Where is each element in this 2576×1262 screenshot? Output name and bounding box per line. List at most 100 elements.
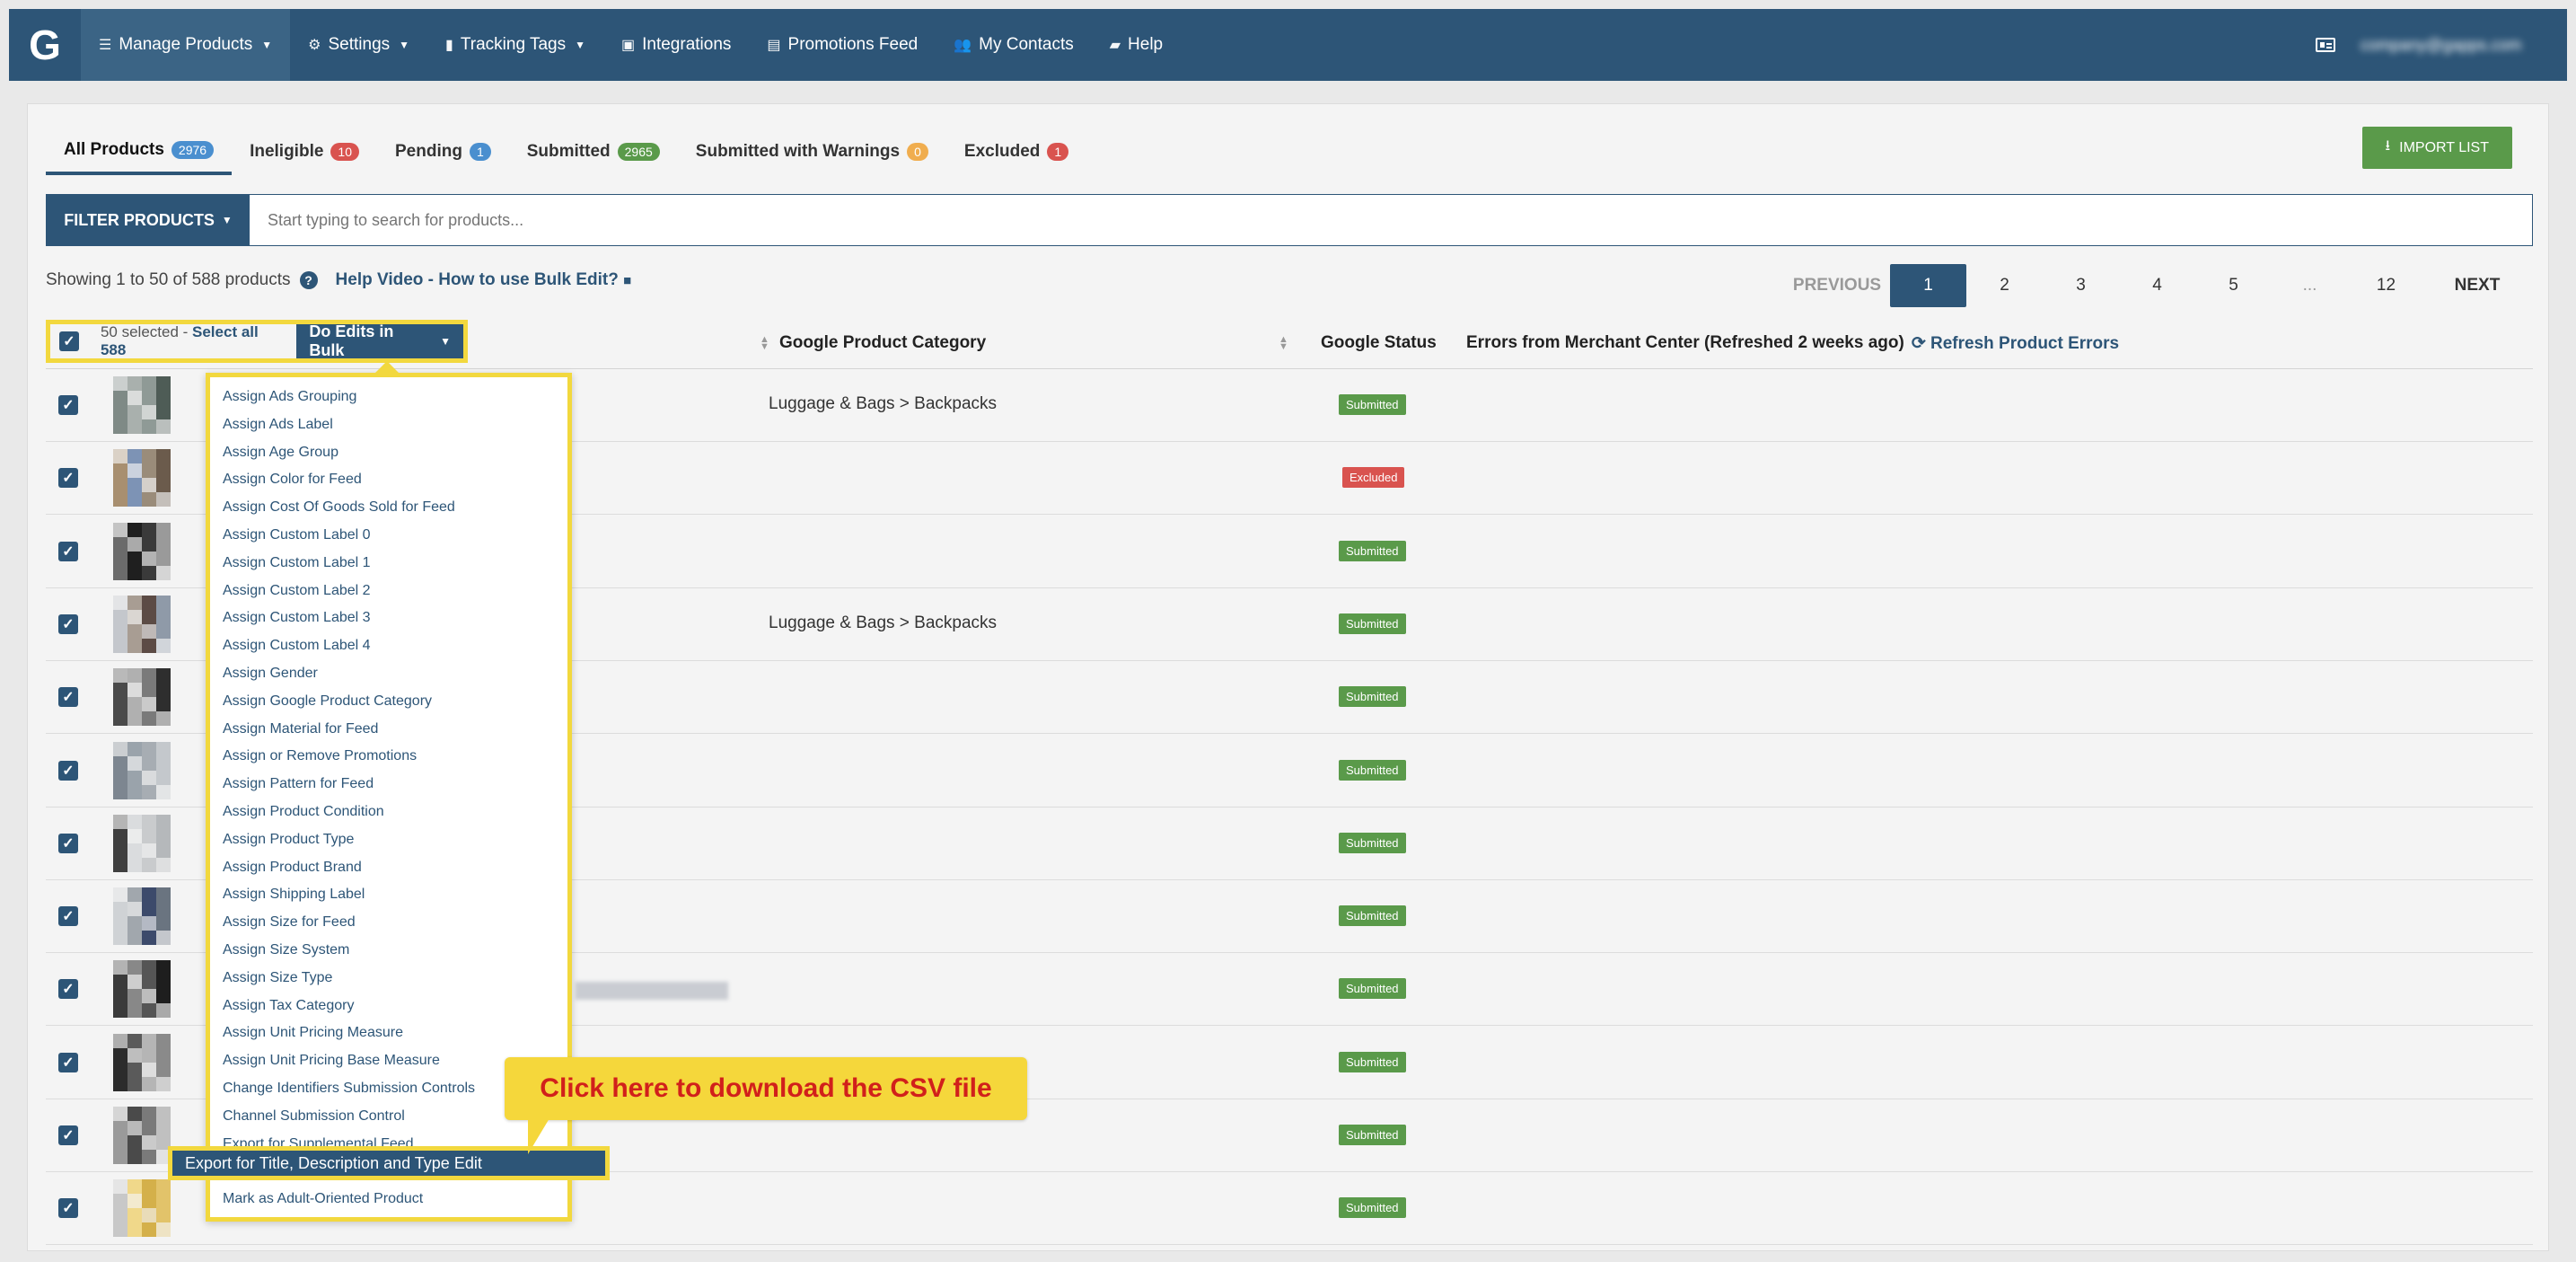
status-badge: Submitted bbox=[1339, 978, 1406, 1000]
product-thumbnail[interactable] bbox=[113, 668, 171, 727]
account-email[interactable]: company@gapps.com bbox=[2361, 36, 2531, 55]
menu-item[interactable]: Assign Size System bbox=[210, 937, 567, 965]
list-icon: ☰ bbox=[99, 38, 112, 53]
row-checkbox[interactable]: ✓ bbox=[58, 1052, 78, 1072]
product-thumbnail[interactable] bbox=[113, 814, 171, 872]
tab-ineligible[interactable]: Ineligible 10 bbox=[232, 131, 377, 173]
refresh-product-errors-link[interactable]: ⟳ Refresh Product Errors bbox=[1912, 333, 2119, 354]
row-checkbox[interactable]: ✓ bbox=[58, 1125, 78, 1145]
menu-item[interactable]: Assign Tax Category bbox=[210, 993, 567, 1020]
product-thumbnail[interactable] bbox=[113, 887, 171, 946]
product-thumbnail[interactable] bbox=[113, 595, 171, 653]
page-1[interactable]: 1 bbox=[1890, 264, 1966, 307]
row-checkbox[interactable]: ✓ bbox=[58, 833, 78, 853]
menu-item[interactable]: Assign Cost Of Goods Sold for Feed bbox=[210, 494, 567, 522]
row-checkbox[interactable]: ✓ bbox=[58, 906, 78, 927]
product-thumbnail[interactable] bbox=[113, 522, 171, 580]
product-tabs: All Products 2976 Ineligible 10 Pending 1 Subm… bbox=[46, 129, 1086, 175]
menu-item[interactable]: Assign Material for Feed bbox=[210, 716, 567, 744]
menu-item[interactable]: Assign Custom Label 4 bbox=[210, 632, 567, 660]
row-checkbox[interactable]: ✓ bbox=[58, 541, 78, 561]
menu-item[interactable]: Assign Custom Label 0 bbox=[210, 522, 567, 550]
product-thumbnail[interactable] bbox=[113, 1179, 171, 1238]
row-checkbox[interactable]: ✓ bbox=[58, 613, 78, 634]
nav-item-integrations[interactable]: ▣ Integrations bbox=[603, 9, 749, 81]
menu-item[interactable]: Assign Custom Label 3 bbox=[210, 605, 567, 632]
import-list-button[interactable]: ⭳ IMPORT LIST bbox=[2361, 127, 2512, 169]
tab-pending[interactable]: Pending 1 bbox=[377, 131, 509, 173]
tab-excluded[interactable]: Excluded 1 bbox=[946, 131, 1086, 173]
row-checkbox[interactable]: ✓ bbox=[58, 760, 78, 781]
selected-count-text: 50 selected - bbox=[100, 323, 193, 340]
caret-down-icon: ▼ bbox=[399, 39, 410, 51]
product-thumbnail[interactable] bbox=[113, 960, 171, 1019]
column-google-status[interactable]: Google Status bbox=[1321, 318, 1437, 368]
results-summary: Showing 1 to 50 of 588 products ? Help V… bbox=[46, 270, 631, 290]
nav-item-tracking-tags[interactable]: ▮ Tracking Tags ▼ bbox=[427, 9, 603, 81]
row-checkbox[interactable]: ✓ bbox=[58, 687, 78, 708]
page-3[interactable]: 3 bbox=[2043, 264, 2119, 307]
sort-icon[interactable]: ▲ ▼ bbox=[1279, 335, 1288, 352]
menu-item[interactable]: Assign or Remove Promotions bbox=[210, 743, 567, 771]
menu-item[interactable]: Assign Google Product Category bbox=[210, 688, 567, 716]
nav-item-settings[interactable]: ⚙ Settings ▼ bbox=[290, 9, 427, 81]
page-ellipsis: ... bbox=[2302, 276, 2317, 295]
tab-submitted[interactable]: Submitted 2965 bbox=[509, 131, 678, 173]
product-search-input[interactable] bbox=[250, 195, 2532, 245]
menu-item[interactable]: Assign Ads Grouping bbox=[210, 384, 567, 411]
menu-item[interactable]: Assign Age Group bbox=[210, 439, 567, 467]
help-video-link[interactable]: Help Video - How to use Bulk Edit? ■ bbox=[336, 270, 632, 290]
sort-icon[interactable]: ▲ ▼ bbox=[760, 335, 769, 352]
count-badge: 2976 bbox=[171, 141, 215, 159]
nav-item-help[interactable]: ▰ Help bbox=[1092, 9, 1181, 81]
menu-item[interactable]: Assign Custom Label 1 bbox=[210, 550, 567, 578]
menu-item[interactable]: Assign Gender bbox=[210, 660, 567, 688]
menu-item[interactable]: Assign Color for Feed bbox=[210, 466, 567, 494]
menu-item[interactable]: Mark as Adult-Oriented Product bbox=[210, 1186, 567, 1213]
product-thumbnail[interactable] bbox=[113, 449, 171, 507]
product-thumbnail[interactable] bbox=[113, 741, 171, 799]
help-question-icon[interactable]: ? bbox=[299, 271, 318, 289]
row-checkbox[interactable]: ✓ bbox=[58, 979, 78, 1000]
product-thumbnail[interactable] bbox=[113, 376, 171, 434]
menu-item[interactable]: Assign Pattern for Feed bbox=[210, 771, 567, 799]
status-badge: Excluded bbox=[1342, 467, 1405, 489]
menu-item[interactable]: Assign Product Brand bbox=[210, 854, 567, 882]
top-navbar: G ☰ Manage Products ▼ ⚙ Settings ▼ ▮ Tracking T… bbox=[9, 9, 2567, 81]
row-checkbox[interactable]: ✓ bbox=[58, 395, 78, 415]
menu-item[interactable]: Assign Product Condition bbox=[210, 799, 567, 826]
app-logo[interactable]: G bbox=[9, 9, 81, 81]
page-4[interactable]: 4 bbox=[2119, 264, 2195, 307]
menu-item[interactable]: Assign Shipping Label bbox=[210, 881, 567, 909]
menu-item[interactable]: Assign Custom Label 2 bbox=[210, 578, 567, 605]
page-12[interactable]: 12 bbox=[2348, 264, 2424, 307]
menu-item[interactable]: Assign Size Type bbox=[210, 965, 567, 993]
nav-item-label: Help bbox=[1128, 35, 1164, 54]
column-google-product-category[interactable]: Google Product Category bbox=[779, 318, 986, 368]
row-checkbox[interactable]: ✓ bbox=[58, 468, 78, 489]
row-checkbox[interactable]: ✓ bbox=[58, 1198, 78, 1219]
category-header-label: Google Product Category bbox=[779, 333, 987, 352]
nav-item-manage-products[interactable]: ☰ Manage Products ▼ bbox=[81, 9, 291, 81]
menu-item[interactable]: Assign Size for Feed bbox=[210, 909, 567, 937]
filter-products-button[interactable]: FILTER PRODUCTS ▼ bbox=[47, 195, 250, 245]
id-card-icon[interactable] bbox=[2316, 38, 2335, 52]
menu-item[interactable]: Assign Ads Label bbox=[210, 411, 567, 439]
select-all-checkbox[interactable]: ✓ bbox=[59, 331, 79, 351]
bar-chart-icon: ▮ bbox=[445, 38, 453, 53]
status-badge: Submitted bbox=[1339, 832, 1406, 853]
logo-letter: G bbox=[29, 22, 61, 68]
menu-item[interactable]: Assign Product Type bbox=[210, 826, 567, 854]
tab-submitted-with-warnings[interactable]: Submitted with Warnings 0 bbox=[678, 131, 946, 173]
menu-item[interactable]: Assign Unit Pricing Measure bbox=[210, 1019, 567, 1047]
help-video-label: Help Video - How to use Bulk Edit? bbox=[335, 270, 619, 289]
page-5[interactable]: 5 bbox=[2195, 264, 2272, 307]
product-thumbnail[interactable] bbox=[113, 1107, 171, 1164]
do-edits-in-bulk-button[interactable]: Do Edits in Bulk ▼ bbox=[296, 322, 463, 359]
pagination-next[interactable]: NEXT bbox=[2424, 264, 2530, 307]
page-2[interactable]: 2 bbox=[1966, 264, 2043, 307]
product-thumbnail[interactable] bbox=[113, 1033, 171, 1091]
nav-item-promotions-feed[interactable]: ▤ Promotions Feed bbox=[749, 9, 936, 81]
nav-item-my-contacts[interactable]: 👥 My Contacts bbox=[936, 9, 1092, 81]
tab-all-products[interactable]: All Products 2976 bbox=[46, 129, 233, 175]
